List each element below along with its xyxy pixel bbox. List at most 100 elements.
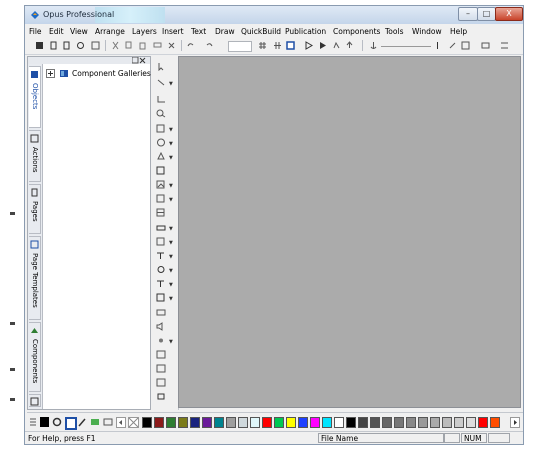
menu-edit[interactable]: Edit [49,27,64,36]
color-swatch[interactable] [346,417,356,428]
zoom-tool-icon[interactable] [156,109,166,118]
color-swatch[interactable] [466,417,476,428]
table-tool-icon[interactable] [156,208,166,217]
tool-dropdown-arrow[interactable]: ▼ [169,127,173,133]
form-tool-icon[interactable] [156,237,166,246]
tool-dropdown-arrow[interactable]: ▼ [169,141,173,147]
upload-icon[interactable] [345,41,354,50]
ellipse-tool-icon[interactable] [156,138,166,147]
frame-icon[interactable] [286,41,295,50]
grid-icon[interactable] [258,41,267,50]
color-swatch[interactable] [214,417,224,428]
line-color-button[interactable] [65,417,77,430]
hotspot-tool-icon[interactable] [156,265,166,274]
color-swatch[interactable] [358,417,368,428]
guides-icon[interactable] [273,41,282,50]
no-color-icon[interactable] [128,417,139,428]
tab-actions[interactable]: Actions [29,130,41,182]
color-swatch[interactable] [238,417,248,428]
effects-tool-icon[interactable] [156,336,166,345]
zoom-dropdown[interactable] [228,41,252,52]
tool-dropdown-arrow[interactable]: ▼ [169,339,173,345]
tools-icon[interactable] [448,41,457,50]
tool-dropdown-arrow[interactable]: ▼ [169,254,173,260]
tab-pages[interactable]: Pages [29,184,41,234]
expand-icon[interactable] [46,69,55,78]
color-swatch[interactable] [142,417,152,428]
play-icon[interactable] [318,41,327,50]
swap-colors-icon[interactable] [52,417,62,427]
copy-icon[interactable] [125,41,134,50]
publish-icon[interactable] [76,41,85,50]
color-swatch[interactable] [418,417,428,428]
eyedropper-icon[interactable] [78,417,87,427]
panel-close-icon[interactable] [132,57,146,64]
tool-dropdown-arrow[interactable]: ▼ [169,81,173,87]
color-swatch[interactable] [202,417,212,428]
preview-icon[interactable] [304,41,313,50]
color-swatch[interactable] [478,417,488,428]
pattern-icon[interactable] [103,417,113,427]
color-swatch[interactable] [298,417,308,428]
frame-tool-icon[interactable] [156,166,166,175]
connector-tool-icon[interactable] [156,279,166,288]
color-swatch[interactable] [370,417,380,428]
color-swatch[interactable] [250,417,260,428]
bar-tool-icon[interactable] [156,392,166,401]
color-swatch[interactable] [334,417,344,428]
color-swatch[interactable] [286,417,296,428]
chart-tool-icon[interactable] [156,350,166,359]
media-tool-icon[interactable] [156,293,166,302]
menu-insert[interactable]: Insert [162,27,184,36]
pointer-tool-icon[interactable] [156,62,166,71]
video-tool-icon[interactable] [156,308,166,317]
gradient-icon[interactable] [90,417,100,427]
open-document-icon[interactable] [62,41,71,50]
close-button[interactable]: X [495,7,523,21]
new-document-icon[interactable] [49,41,58,50]
color-swatch[interactable] [154,417,164,428]
menu-window[interactable]: Window [412,27,442,36]
picture-tool-icon[interactable] [156,180,166,189]
scroll-tool-icon[interactable] [156,378,166,387]
menu-arrange[interactable]: Arrange [95,27,125,36]
color-swatch[interactable] [262,417,272,428]
save-icon[interactable] [91,41,100,50]
color-swatch[interactable] [394,417,404,428]
menu-layers[interactable]: Layers [132,27,157,36]
color-swatch[interactable] [490,417,500,428]
menu-view[interactable]: View [70,27,88,36]
color-swatch[interactable] [310,417,320,428]
color-swatch[interactable] [226,417,236,428]
color-swatch[interactable] [430,417,440,428]
tab-objects[interactable]: Objects [29,66,41,128]
palette-scroll-right-icon[interactable] [510,417,520,428]
tool-dropdown-arrow[interactable]: ▼ [169,155,173,161]
palette-scroll-left-icon[interactable] [116,417,126,428]
menu-tool-icon[interactable] [156,251,166,260]
pin-icon[interactable] [433,41,442,50]
color-swatch[interactable] [166,417,176,428]
redo-icon[interactable] [205,41,214,50]
tool-dropdown-arrow[interactable]: ▼ [169,240,173,246]
tool-dropdown-arrow[interactable]: ▼ [169,197,173,203]
menu-file[interactable]: File [29,27,42,36]
sound-tool-icon[interactable] [156,322,166,331]
opacity-slider[interactable] [381,46,431,47]
menu-help[interactable]: Help [450,27,467,36]
text-tool-icon[interactable] [156,194,166,203]
distribute-icon[interactable] [500,41,509,50]
menu-publication[interactable]: Publication [285,27,326,36]
menu-draw[interactable]: Draw [215,27,235,36]
menu-quickbuild[interactable]: QuickBuild [241,27,281,36]
menu-tools[interactable]: Tools [385,27,403,36]
rectangle-tool-icon[interactable] [156,124,166,133]
tool-dropdown-arrow[interactable]: ▼ [169,282,173,288]
minimize-button[interactable]: – [458,7,478,21]
button-tool-icon[interactable] [156,223,166,232]
tab-extra[interactable] [29,394,41,407]
color-swatch[interactable] [190,417,200,428]
anchor-icon[interactable] [369,41,378,50]
menu-text[interactable]: Text [191,27,206,36]
crop-tool-icon[interactable] [156,95,166,104]
